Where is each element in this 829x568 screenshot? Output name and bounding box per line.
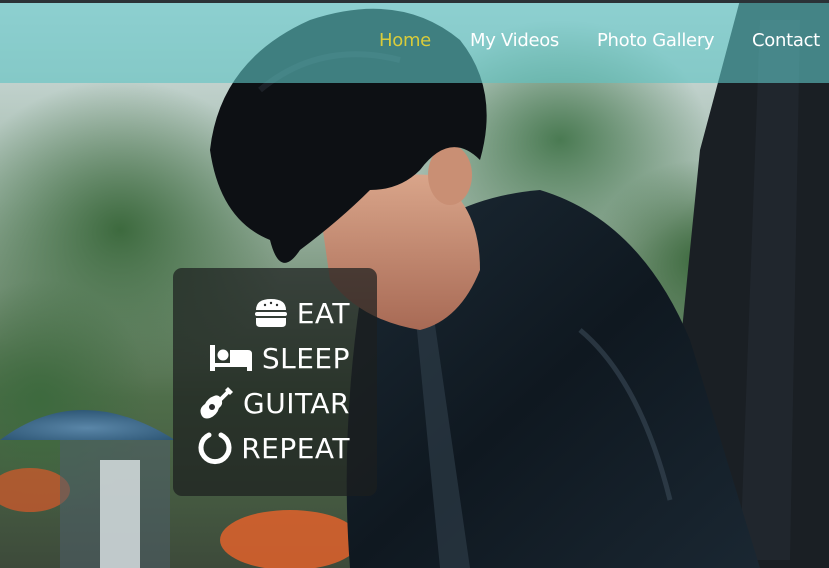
page: Home My Videos Photo Gallery Contact EAT	[0, 0, 829, 568]
motto-line-sleep: SLEEP	[208, 340, 350, 376]
motto-text-guitar: GUITAR	[243, 386, 350, 420]
main-navbar: Home My Videos Photo Gallery Contact	[0, 3, 829, 83]
repeat-icon	[197, 430, 233, 466]
motto-text-sleep: SLEEP	[261, 341, 350, 375]
motto-line-eat: EAT	[253, 295, 350, 331]
burger-icon	[253, 297, 289, 329]
nav-link-contact[interactable]: Contact	[752, 30, 820, 51]
nav-link-my-videos[interactable]: My Videos	[470, 30, 559, 51]
bed-icon	[208, 343, 254, 373]
nav-link-home[interactable]: Home	[379, 30, 431, 51]
nav-link-photo-gallery[interactable]: Photo Gallery	[597, 30, 715, 51]
top-border-strip	[0, 0, 829, 3]
motto-text-eat: EAT	[296, 296, 350, 330]
motto-line-guitar: GUITAR	[199, 385, 350, 421]
hero-background-image	[0, 0, 829, 568]
motto-line-repeat: REPEAT	[197, 430, 350, 466]
guitar-icon	[199, 385, 235, 421]
motto-text-repeat: REPEAT	[241, 431, 350, 465]
motto-card: EAT SLEEP GUITAR REPEAT	[173, 268, 377, 496]
